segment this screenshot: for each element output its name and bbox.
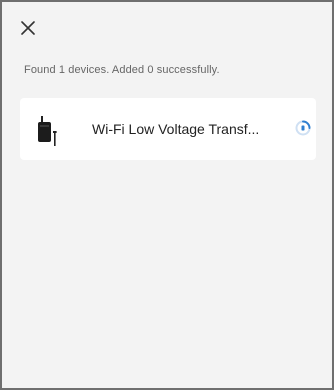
transformer-device-icon (38, 116, 57, 146)
add-device-screen: Found 1 devices. Added 0 successfully. W… (0, 0, 334, 390)
loading-spinner-icon (295, 120, 311, 136)
close-icon (21, 21, 35, 35)
close-button[interactable] (16, 16, 40, 40)
device-name: Wi-Fi Low Voltage Transf... (92, 121, 260, 137)
scan-status-text: Found 1 devices. Added 0 successfully. (24, 64, 220, 76)
device-list-item[interactable]: Wi-Fi Low Voltage Transf... (20, 98, 316, 160)
